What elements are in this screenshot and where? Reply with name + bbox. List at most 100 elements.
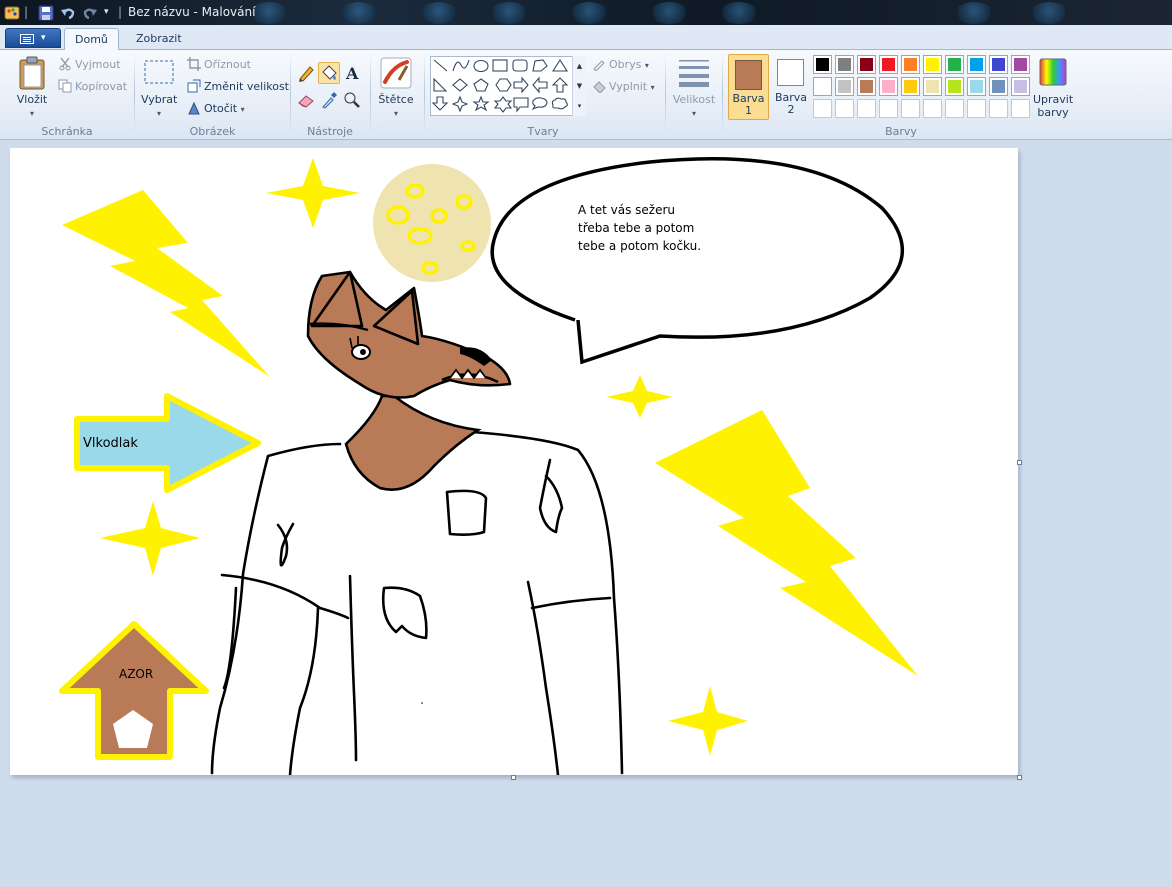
scissors-icon [58, 57, 72, 71]
magnifier-tool[interactable] [341, 89, 363, 111]
palette-swatch[interactable] [879, 77, 898, 96]
palette-swatch[interactable] [857, 77, 876, 96]
palette-swatch[interactable] [989, 77, 1008, 96]
group-clipboard: Vložit ▾ Vyjmout Kopírovat Schránka [0, 50, 134, 140]
palette-empty-slot[interactable] [1011, 99, 1030, 118]
palette-empty-slot[interactable] [879, 99, 898, 118]
palette-swatch[interactable] [945, 55, 964, 74]
selection-rectangle-icon [144, 60, 174, 84]
color-picker-tool[interactable] [318, 89, 340, 111]
speech-bubble [490, 156, 905, 365]
save-icon[interactable] [38, 5, 54, 21]
size-button[interactable]: Velikost ▾ [670, 56, 718, 119]
palette-empty-slot[interactable] [901, 99, 920, 118]
palette-swatch[interactable] [901, 77, 920, 96]
four-point-star-top [266, 158, 360, 228]
palette-swatch[interactable] [923, 77, 942, 96]
taskbar-orb [720, 2, 758, 24]
palette-swatch[interactable] [967, 55, 986, 74]
palette-empty-slot[interactable] [945, 99, 964, 118]
paint-app-icon[interactable] [4, 5, 20, 21]
paste-button[interactable]: Vložit ▾ [10, 56, 54, 119]
palette-swatch[interactable] [813, 77, 832, 96]
canvas-resize-handle-bottom[interactable] [511, 775, 516, 780]
eraser-tool[interactable] [295, 89, 317, 111]
size-label: Velikost [672, 93, 716, 106]
copy-button[interactable]: Kopírovat [58, 78, 127, 96]
cloud-callout-shape-icon [551, 97, 568, 110]
palette-swatch[interactable] [879, 55, 898, 74]
select-button[interactable]: Vybrat ▾ [141, 56, 177, 119]
palette-swatch[interactable] [857, 55, 876, 74]
palette-swatch[interactable] [1011, 77, 1030, 96]
cut-button[interactable]: Vyjmout [58, 56, 121, 74]
palette-swatch[interactable] [835, 55, 854, 74]
crop-button[interactable]: Oříznout [187, 56, 251, 74]
copy-label: Kopírovat [75, 80, 128, 93]
pencil-tool[interactable] [295, 62, 317, 84]
five-point-star-shape-icon [472, 95, 490, 112]
four-point-star-bottom [668, 686, 748, 756]
edit-colors-button[interactable]: Upravit barvy [1033, 56, 1073, 119]
palette-empty-slot[interactable] [813, 99, 832, 118]
canvas-resize-handle-corner[interactable] [1017, 775, 1022, 780]
chevron-down-icon: ▾ [644, 61, 649, 70]
drawing-canvas[interactable]: A tet vás sežeru třeba tebe a potom tebe… [10, 148, 1018, 775]
rotate-icon [187, 101, 201, 115]
expand-gallery-icon[interactable]: ▾ [573, 96, 586, 116]
paste-label: Vložit [16, 93, 48, 106]
palette-swatch[interactable] [835, 77, 854, 96]
redo-icon[interactable] [82, 5, 98, 21]
palette-swatch[interactable] [901, 55, 920, 74]
eyedropper-icon [322, 92, 337, 109]
fill-shape-button[interactable]: Vyplnit ▾ [592, 78, 655, 96]
colors-group-label: Barvy [885, 125, 917, 138]
paint-menu-button[interactable]: ▾ [5, 28, 61, 48]
clipboard-group-label: Schránka [41, 125, 93, 138]
taskbar-orb [420, 2, 458, 24]
outline-button[interactable]: Obrys ▾ [592, 56, 649, 74]
fill-tool[interactable] [318, 62, 340, 84]
chevron-down-icon[interactable]: ▼ [573, 76, 586, 96]
resize-button[interactable]: Změnit velikost [187, 78, 289, 96]
color-palette [813, 55, 1035, 121]
palette-swatch[interactable] [945, 77, 964, 96]
color-1-button[interactable]: Barva 1 [728, 54, 769, 120]
palette-swatch[interactable] [1011, 55, 1030, 74]
text-tool[interactable]: A [341, 62, 363, 84]
undo-icon[interactable] [60, 5, 76, 21]
eraser-icon [298, 95, 314, 108]
palette-empty-slot[interactable] [835, 99, 854, 118]
qa-separator: | [118, 5, 123, 19]
taskbar-orb [570, 2, 608, 24]
diamond-shape-icon [452, 78, 468, 92]
palette-swatch[interactable] [923, 55, 942, 74]
canvas-resize-handle-right[interactable] [1017, 460, 1022, 465]
color-2-button[interactable]: Barva 2 [771, 54, 811, 120]
customize-quick-access-icon[interactable]: ▾ [104, 4, 109, 20]
tab-view[interactable]: Zobrazit [126, 28, 192, 51]
palette-empty-slot[interactable] [923, 99, 942, 118]
select-label: Vybrat [141, 93, 178, 106]
right-triangle-shape-icon [433, 77, 448, 92]
shapes-gallery-scroll[interactable]: ▲ ▼ ▾ [572, 56, 586, 116]
tools-group-label: Nástroje [307, 125, 353, 138]
palette-empty-slot[interactable] [989, 99, 1008, 118]
lightning-bolt-left [62, 190, 270, 377]
tab-home[interactable]: Domů [64, 28, 119, 51]
brushes-button[interactable]: Štětce ▾ [376, 56, 416, 119]
palette-empty-slot[interactable] [967, 99, 986, 118]
group-tools: A Nástroje [291, 50, 369, 140]
palette-swatch[interactable] [989, 55, 1008, 74]
brush-icon [380, 57, 412, 89]
color-2-label: Barva 2 [774, 91, 808, 116]
group-image: Vybrat ▾ Oříznout Změnit velikost Otočit… [135, 50, 290, 140]
rotate-button[interactable]: Otočit ▾ [187, 100, 245, 118]
shapes-gallery[interactable] [430, 56, 586, 116]
palette-empty-slot[interactable] [857, 99, 876, 118]
menu-icon [20, 34, 34, 44]
chevron-up-icon[interactable]: ▲ [573, 56, 586, 76]
palette-swatch[interactable] [813, 55, 832, 74]
palette-swatch[interactable] [967, 77, 986, 96]
oval-callout-shape-icon [531, 97, 548, 111]
